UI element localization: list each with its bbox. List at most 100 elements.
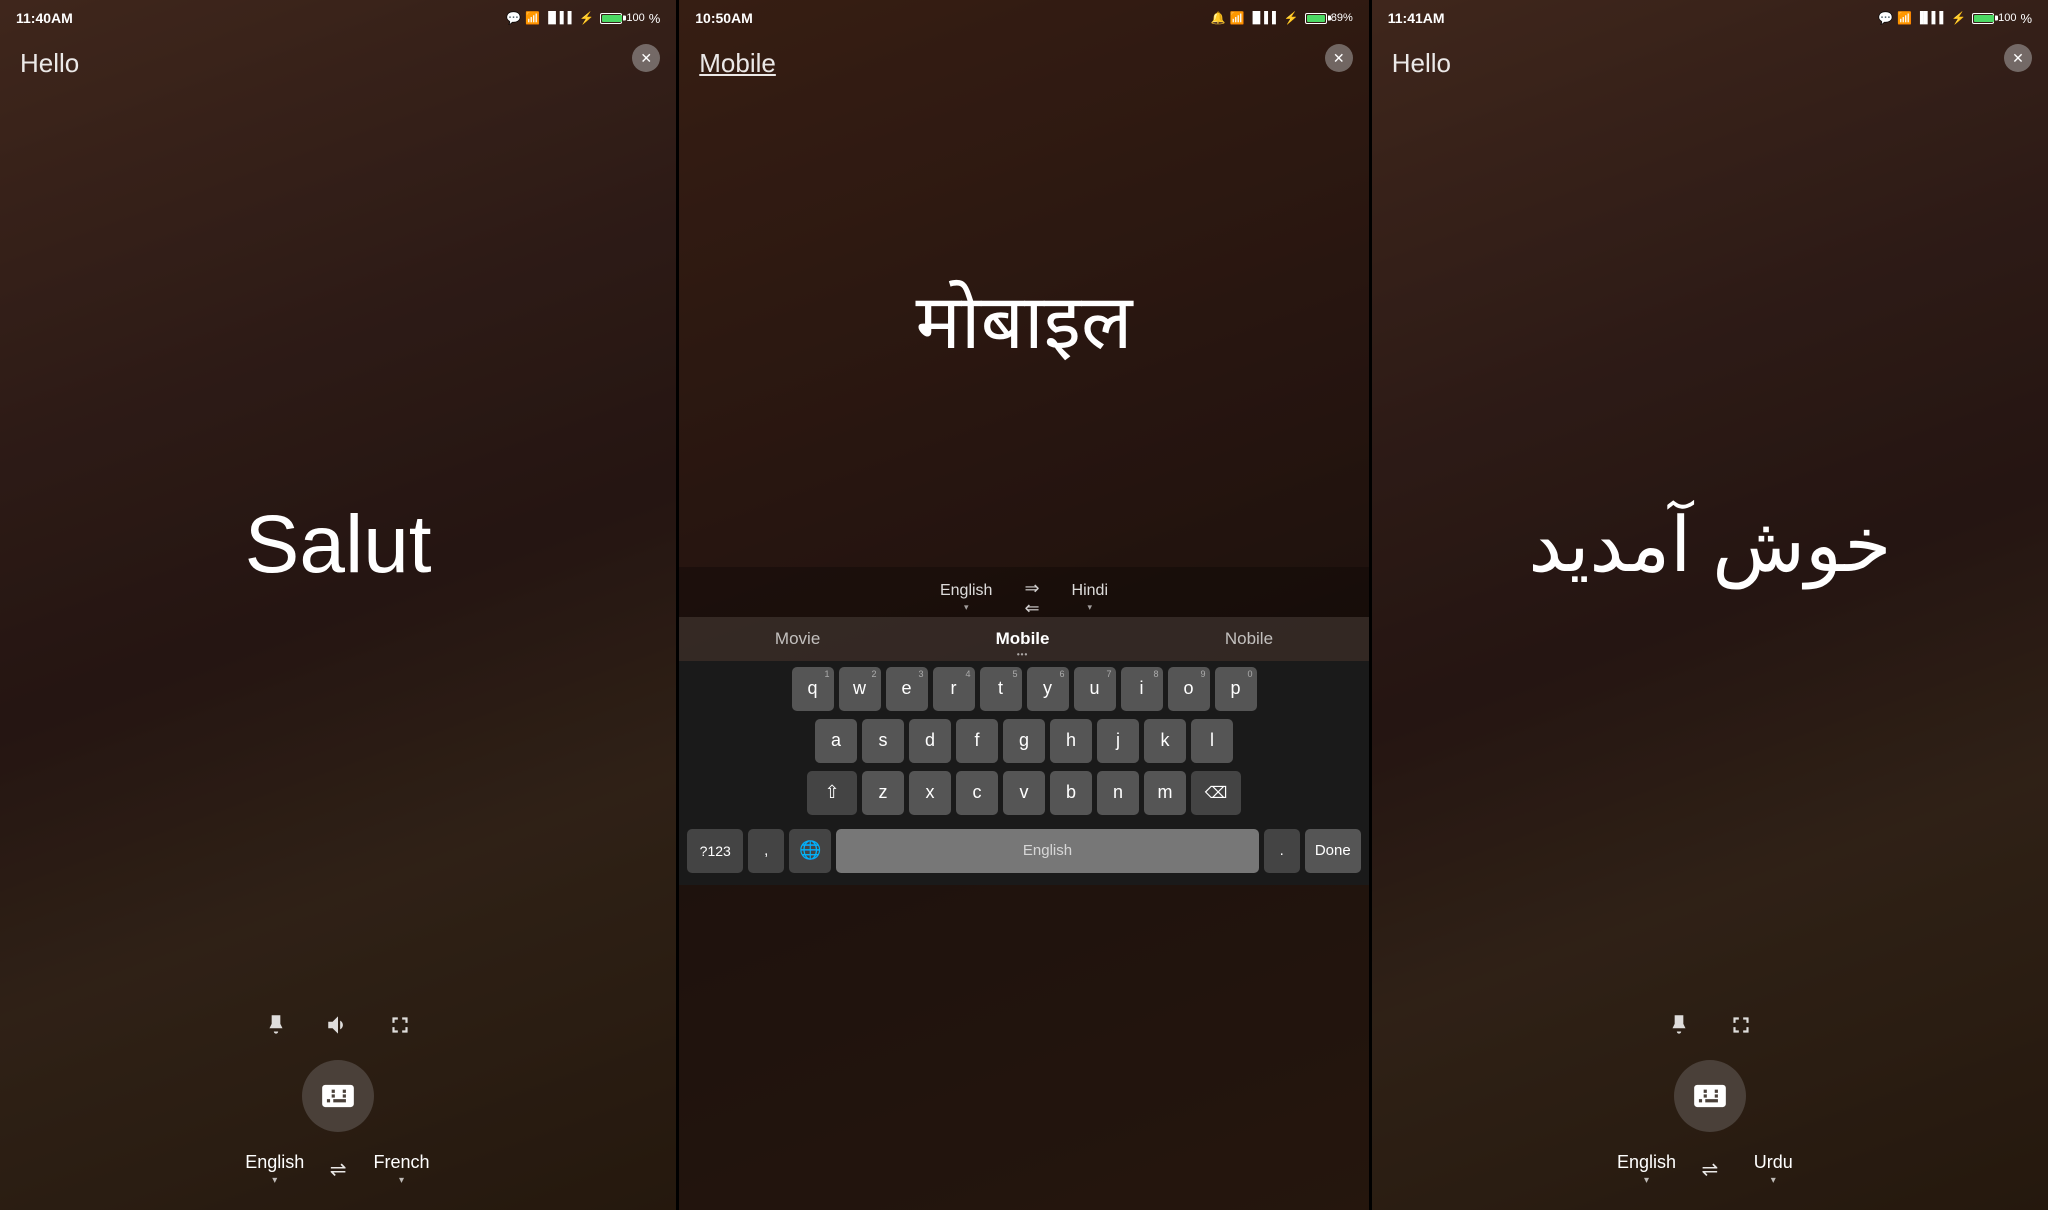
- middle-bolt-icon: ⚡: [1284, 11, 1299, 25]
- middle-status-icons: 🔔 📶 ▐▌▌▌ ⚡ 89%: [1211, 11, 1353, 25]
- key-p[interactable]: 0p: [1215, 667, 1257, 711]
- word-suggestions: Movie Mobile Nobile: [679, 617, 1369, 661]
- middle-notif-icon: 🔔: [1211, 11, 1226, 25]
- key-comma[interactable]: ,: [748, 829, 784, 873]
- left-action-icons: [263, 1012, 413, 1044]
- key-j[interactable]: j: [1097, 719, 1139, 763]
- key-h[interactable]: h: [1050, 719, 1092, 763]
- key-b[interactable]: b: [1050, 771, 1092, 815]
- key-s[interactable]: s: [862, 719, 904, 763]
- trans-lang-to[interactable]: Hindi ▾: [1072, 582, 1108, 613]
- right-pin-icon[interactable]: [1666, 1012, 1692, 1044]
- key-period[interactable]: .: [1264, 829, 1300, 873]
- pin-icon[interactable]: [263, 1012, 289, 1044]
- middle-signal-icon: ▐▌▌▌: [1249, 12, 1280, 24]
- left-main-word-text: Salut: [245, 500, 432, 590]
- key-i[interactable]: 8i: [1121, 667, 1163, 711]
- left-lang-to[interactable]: French ▾: [367, 1152, 437, 1186]
- left-swap-icon[interactable]: ⇌: [330, 1157, 347, 1182]
- key-w[interactable]: 2w: [839, 667, 881, 711]
- trans-lang-to-caret: ▾: [1088, 602, 1093, 613]
- right-action-icons: [1666, 1012, 1754, 1044]
- key-c[interactable]: c: [956, 771, 998, 815]
- right-wifi-icon: 📶: [1897, 11, 1912, 25]
- key-f[interactable]: f: [956, 719, 998, 763]
- expand-icon[interactable]: [387, 1012, 413, 1044]
- right-lang-from[interactable]: English ▾: [1611, 1152, 1681, 1186]
- key-k[interactable]: k: [1144, 719, 1186, 763]
- trans-lang-from[interactable]: English ▾: [940, 582, 992, 613]
- right-main-word-area: خوش آمدید: [1372, 79, 2048, 1012]
- middle-close-button[interactable]: ✕: [1325, 44, 1353, 72]
- key-t[interactable]: 5t: [980, 667, 1022, 711]
- right-main-word-text: خوش آمدید: [1528, 504, 1891, 588]
- right-expand-icon[interactable]: [1728, 1012, 1754, 1044]
- left-lang-from-caret: ▾: [272, 1175, 277, 1186]
- right-swap-icon[interactable]: ⇌: [1701, 1157, 1718, 1182]
- key-shift[interactable]: ⇧: [807, 771, 857, 815]
- left-keyboard-button[interactable]: [302, 1060, 374, 1132]
- right-keyboard-button[interactable]: [1674, 1060, 1746, 1132]
- right-notif-icon: 💬: [1878, 11, 1893, 25]
- trans-lang-to-label: Hindi: [1072, 582, 1108, 600]
- right-lang-row: English ▾ ⇌ Urdu ▾: [1611, 1152, 1808, 1186]
- suggestion-mobile[interactable]: Mobile: [984, 625, 1062, 653]
- translation-row: English ▾ ⇒ ⇐ Hindi ▾: [679, 567, 1369, 617]
- left-battery: [600, 13, 622, 24]
- right-word-label: Hello: [1372, 36, 2048, 79]
- key-z[interactable]: z: [862, 771, 904, 815]
- right-battery-pct: 100: [1998, 12, 2016, 24]
- right-lang-from-caret: ▾: [1644, 1175, 1649, 1186]
- key-row-1: 1q 2w 3e 4r 5t 6y 7u 8i 9o 0p: [683, 667, 1365, 711]
- middle-battery-pct: 89%: [1331, 12, 1353, 24]
- left-status-bar: 11:40AM 💬 📶 ▐▌▌▌ ⚡ 100%: [0, 0, 676, 36]
- left-word-label: Hello: [0, 36, 676, 79]
- middle-word-label: Mobile: [679, 36, 1369, 79]
- keyboard-area: English ▾ ⇒ ⇐ Hindi ▾ Movie Mobile Nobil…: [679, 567, 1369, 885]
- right-lang-to-label: Urdu: [1754, 1152, 1793, 1173]
- key-o[interactable]: 9o: [1168, 667, 1210, 711]
- key-l[interactable]: l: [1191, 719, 1233, 763]
- key-done[interactable]: Done: [1305, 829, 1361, 873]
- key-d[interactable]: d: [909, 719, 951, 763]
- left-lang-from[interactable]: English ▾: [240, 1152, 310, 1186]
- key-x[interactable]: x: [909, 771, 951, 815]
- key-row-3: ⇧ z x c v b n m ⌫: [683, 771, 1365, 815]
- keyboard-bottom-row: ?123 , 🌐 English . Done: [683, 823, 1365, 879]
- suggestion-nobile[interactable]: Nobile: [1213, 625, 1285, 653]
- trans-swap-icon[interactable]: ⇒ ⇐: [1024, 579, 1039, 617]
- key-a[interactable]: a: [815, 719, 857, 763]
- suggestion-movie[interactable]: Movie: [763, 625, 832, 653]
- key-r[interactable]: 4r: [933, 667, 975, 711]
- left-main-word-area: Salut: [0, 79, 676, 1012]
- right-lang-from-label: English: [1617, 1152, 1676, 1173]
- right-bottom-controls: English ▾ ⇌ Urdu ▾: [1372, 1012, 2048, 1210]
- middle-wifi-icon: 📶: [1230, 11, 1245, 25]
- key-y[interactable]: 6y: [1027, 667, 1069, 711]
- key-u[interactable]: 7u: [1074, 667, 1116, 711]
- volume-icon[interactable]: [325, 1012, 351, 1044]
- right-bolt-icon: ⚡: [1951, 11, 1966, 25]
- right-lang-to-caret: ▾: [1771, 1175, 1776, 1186]
- left-lang-to-label: French: [373, 1152, 429, 1173]
- right-close-button[interactable]: ✕: [2004, 44, 2032, 72]
- right-status-icons: 💬 📶 ▐▌▌▌ ⚡ 100%: [1878, 11, 2032, 26]
- left-panel: 11:40AM 💬 📶 ▐▌▌▌ ⚡ 100% Hello ✕ Salut: [0, 0, 677, 1210]
- right-battery: [1972, 13, 1994, 24]
- key-space[interactable]: English: [836, 829, 1259, 873]
- key-g[interactable]: g: [1003, 719, 1045, 763]
- left-status-icons: 💬 📶 ▐▌▌▌ ⚡ 100%: [506, 11, 660, 26]
- key-backspace[interactable]: ⌫: [1191, 771, 1241, 815]
- middle-status-bar: 10:50AM 🔔 📶 ▐▌▌▌ ⚡ 89%: [679, 0, 1369, 36]
- key-e[interactable]: 3e: [886, 667, 928, 711]
- right-lang-to[interactable]: Urdu ▾: [1738, 1152, 1808, 1186]
- key-n[interactable]: n: [1097, 771, 1139, 815]
- middle-main-word-area: मोबाइल: [679, 79, 1369, 567]
- whatsapp-icon: 💬: [506, 11, 521, 25]
- key-num-toggle[interactable]: ?123: [687, 829, 743, 873]
- key-q[interactable]: 1q: [792, 667, 834, 711]
- key-m[interactable]: m: [1144, 771, 1186, 815]
- key-v[interactable]: v: [1003, 771, 1045, 815]
- signal-icon: ▐▌▌▌: [544, 12, 575, 24]
- key-globe[interactable]: 🌐: [789, 829, 831, 873]
